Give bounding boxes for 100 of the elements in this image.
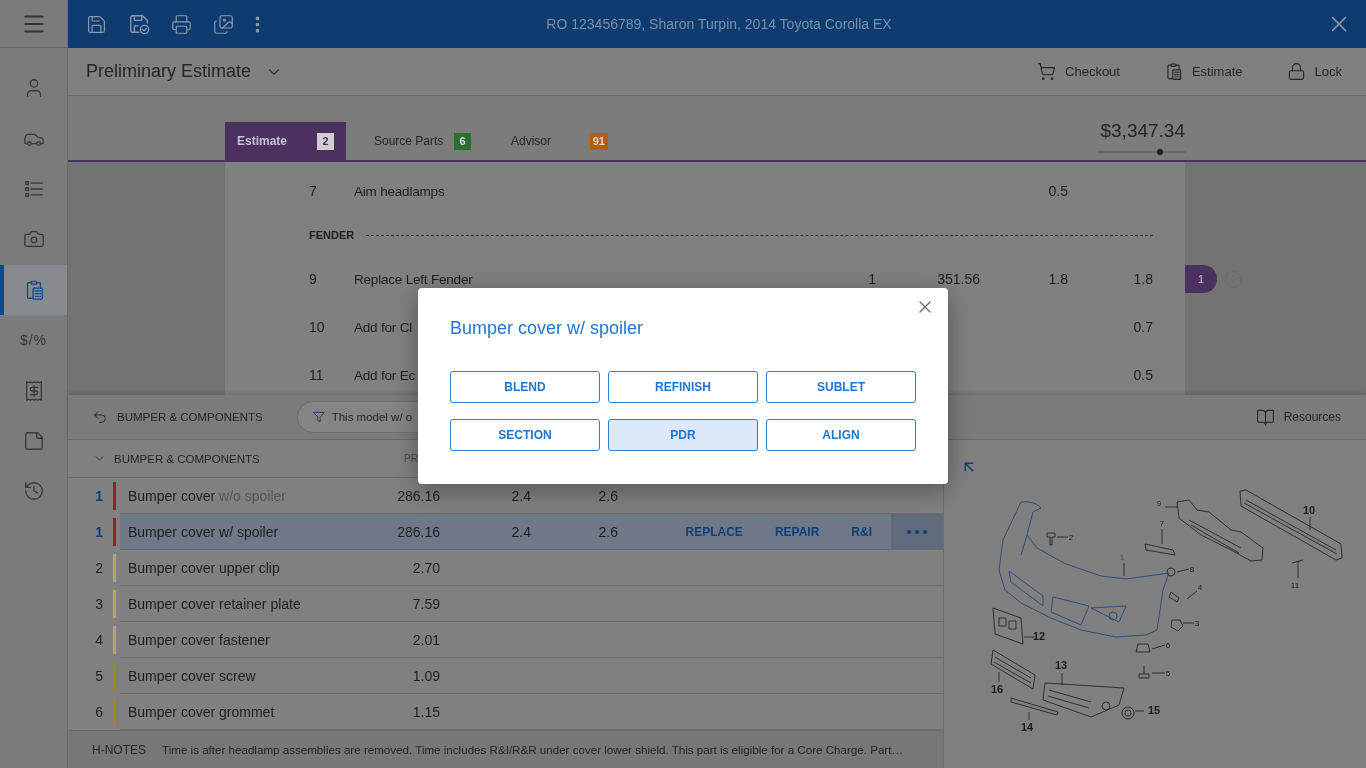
more-icon xyxy=(907,529,927,534)
count-badge[interactable]: 1 xyxy=(1185,265,1217,293)
line-description: Replace Left Fender xyxy=(354,271,473,287)
action-link[interactable]: R&I xyxy=(851,524,872,539)
slider-thumb[interactable] xyxy=(1157,149,1164,155)
resources-button[interactable]: Resources xyxy=(1255,407,1341,427)
book-icon xyxy=(1255,407,1275,427)
note-icon xyxy=(22,429,45,452)
estimate-button[interactable]: Estimate xyxy=(1163,62,1243,81)
line-number: 7 xyxy=(309,183,317,199)
table-cell: 0.5 xyxy=(1133,367,1153,383)
notes-label: H-NOTES xyxy=(92,742,146,757)
quantity-number: 1 xyxy=(94,524,104,540)
table-cell: 1.8 xyxy=(1048,271,1068,287)
part-name: Bumper cover retainer plate xyxy=(128,595,301,612)
tab[interactable]: Advisor 91 xyxy=(499,122,620,160)
table-cell: 286.16 xyxy=(397,487,440,504)
part-name: Bumper cover w/ spoiler xyxy=(128,523,279,540)
table-cell: 0.5 xyxy=(1048,183,1068,199)
quantity-number: 5 xyxy=(94,668,104,684)
print-icon[interactable] xyxy=(171,13,192,35)
table-cell: 2.4 xyxy=(511,523,531,540)
lock-icon xyxy=(1286,62,1306,81)
callout-number: 13 xyxy=(1054,659,1068,671)
quantity-number: 4 xyxy=(94,632,104,648)
save-check-icon[interactable] xyxy=(128,13,150,35)
callout-number: 11 xyxy=(1290,581,1300,590)
table-cell: 1.09 xyxy=(412,667,440,684)
part-row[interactable]: Bumper cover upper clip 2.70 xyxy=(120,550,943,586)
table-cell: 2.4 xyxy=(511,487,531,504)
callout-number: 7 xyxy=(1159,519,1165,528)
nav-item[interactable] xyxy=(0,264,67,315)
checkout-button[interactable]: Checkout xyxy=(1037,62,1120,81)
save-icon[interactable] xyxy=(86,13,107,35)
count-badge: 2 xyxy=(317,132,334,150)
back-arrow-icon xyxy=(92,409,108,425)
callout-number: 16 xyxy=(990,683,1004,695)
notes-text: Time is after headlamp assemblies are removed. Time includes R&I/R&R under cover lower shield. This part is eligible for a Core Charge. Part… xyxy=(162,743,904,756)
table-cell: 2.70 xyxy=(412,559,440,576)
action-link[interactable]: REPAIR xyxy=(774,524,820,539)
callout-number: 15 xyxy=(1147,704,1161,716)
filter-icon xyxy=(311,410,326,424)
callout-number: 3 xyxy=(1194,619,1200,628)
part-row[interactable]: Bumper cover w/ spoiler 286.16 2.4 2.6 REPLACE REPAIR R&I xyxy=(120,514,943,550)
tab[interactable]: Source Parts 6 xyxy=(362,122,483,160)
callout-number: 4 xyxy=(1197,583,1203,592)
callout-number: 10 xyxy=(1302,504,1316,516)
table-cell: 1.8 xyxy=(1133,271,1153,287)
cart-icon xyxy=(1037,62,1057,81)
option-button[interactable]: BLEND xyxy=(450,371,600,403)
table-cell: 2.6 xyxy=(598,523,618,540)
callout-number: 12 xyxy=(1032,630,1046,642)
option-button[interactable]: ALIGN xyxy=(766,419,916,451)
window-title: RO 123456789, Sharon Turpin, 2014 Toyota Corolla EX xyxy=(546,16,892,32)
page-title: Preliminary Estimate xyxy=(86,61,252,82)
table-cell: 1.15 xyxy=(412,703,440,720)
lock-button[interactable]: Lock xyxy=(1286,62,1342,81)
table-cell: 2.6 xyxy=(598,487,618,504)
option-button[interactable]: SECTION xyxy=(450,419,600,451)
quantity-number: 6 xyxy=(94,704,104,720)
part-row[interactable]: Bumper cover fastener 2.01 xyxy=(120,622,943,658)
callout-number: 2 xyxy=(1068,533,1074,542)
part-row[interactable]: Bumper cover screw 1.09 xyxy=(120,658,943,694)
history-icon xyxy=(22,480,45,503)
count-badge: 6 xyxy=(454,132,471,150)
callout-number: 14 xyxy=(1020,721,1034,733)
option-button[interactable]: REFINISH xyxy=(608,371,758,403)
action-link[interactable]: REPLACE xyxy=(685,524,743,539)
callout-number: 5 xyxy=(1165,669,1171,678)
table-cell: 0.7 xyxy=(1133,319,1153,335)
section-heading: FENDER xyxy=(309,229,355,241)
quantity-number: 3 xyxy=(94,596,104,612)
table-cell: 7.59 xyxy=(412,595,440,612)
part-name: Bumper cover screw xyxy=(128,667,256,684)
table-cell: 2.01 xyxy=(412,631,440,648)
part-name: Bumper cover upper clip xyxy=(128,559,280,576)
callout-number: 8 xyxy=(1189,565,1195,574)
line-number: 9 xyxy=(309,271,317,287)
nav-item[interactable]: $/% xyxy=(0,314,67,366)
tab[interactable]: Estimate 2 xyxy=(225,122,346,160)
images-icon[interactable] xyxy=(213,13,234,35)
part-name: Bumper cover fastener xyxy=(128,631,270,648)
line-number: 11 xyxy=(309,367,324,383)
callout-number: 6 xyxy=(1165,641,1171,650)
line-description: Aim headlamps xyxy=(354,183,445,199)
table-cell: 351.56 xyxy=(937,271,980,287)
option-button[interactable]: PDR xyxy=(608,419,758,451)
group-header[interactable]: BUMPER & COMPONENTS xyxy=(68,440,260,477)
table-cell: 286.16 xyxy=(397,523,440,540)
quantity-number: 2 xyxy=(94,560,104,576)
option-button[interactable]: SUBLET xyxy=(766,371,916,403)
total-amount: $3,347.34 xyxy=(1100,120,1185,142)
part-row[interactable]: Bumper cover retainer plate 7.59 xyxy=(120,586,943,622)
callout-number: 1 xyxy=(1119,553,1125,562)
line-number: 10 xyxy=(309,319,325,335)
line-description: Add for Ec xyxy=(354,367,416,383)
count-badge: 91 xyxy=(589,132,608,150)
back-link[interactable]: BUMPER & COMPONENTS xyxy=(92,409,263,425)
part-name: Bumper cover grommet xyxy=(128,703,275,720)
dialog-title: Bumper cover w/ spoiler xyxy=(450,317,644,339)
